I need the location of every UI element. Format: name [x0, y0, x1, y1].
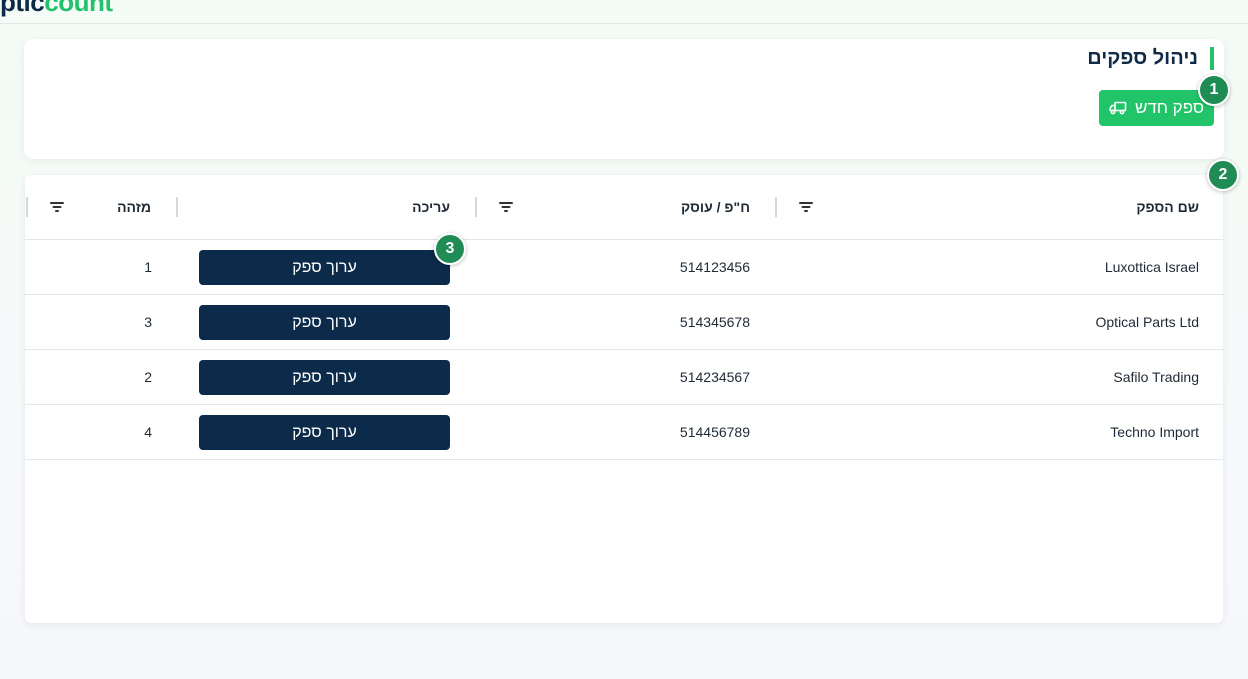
- edit-supplier-button[interactable]: ערוך ספק: [199, 250, 450, 285]
- brand-logo[interactable]: pticcount: [0, 0, 113, 18]
- table-row[interactable]: Safilo Trading 514234567 ערוך ספק 2: [25, 350, 1223, 405]
- supplier-id-cell: 2: [144, 369, 152, 385]
- edit-supplier-button[interactable]: ערוך ספק: [199, 415, 450, 450]
- supplier-name-cell: Optical Parts Ltd: [1095, 314, 1200, 330]
- column-header-edit[interactable]: עריכה: [412, 199, 450, 215]
- supplier-name-cell: Techno Import: [1110, 424, 1199, 440]
- supplier-name-cell: Luxottica Israel: [1104, 259, 1199, 275]
- top-bar: pticcount: [0, 0, 1248, 24]
- suppliers-grid: שם הספק ח"פ / עוסק עריכה מזהה Luxottica …: [25, 175, 1223, 623]
- step-badge-1: 1: [1198, 74, 1230, 106]
- supplier-id-cell: 3: [144, 314, 152, 330]
- brand-logo-part2: count: [44, 0, 113, 17]
- column-separator[interactable]: [775, 197, 777, 217]
- page-title: ניהול ספקים: [1087, 47, 1214, 70]
- supplier-vat-cell: 514456789: [679, 424, 750, 440]
- step-badge-2: 2: [1207, 159, 1239, 191]
- filter-icon[interactable]: [49, 200, 65, 214]
- new-supplier-label: ספק חדש: [1134, 98, 1205, 117]
- step-badge-3: 3: [434, 233, 466, 265]
- page-header-card: ניהול ספקים ספק חדש: [24, 39, 1224, 159]
- supplier-vat-cell: 514123456: [679, 259, 750, 275]
- table-row[interactable]: Luxottica Israel 514123456 ערוך ספק 1: [25, 240, 1223, 295]
- column-separator[interactable]: [176, 197, 178, 217]
- column-header-name[interactable]: שם הספק: [1136, 199, 1199, 215]
- table-row[interactable]: Techno Import 514456789 ערוך ספק 4: [25, 405, 1223, 460]
- edit-supplier-button[interactable]: ערוך ספק: [199, 360, 450, 395]
- new-supplier-button[interactable]: ספק חדש: [1099, 90, 1214, 126]
- column-header-id[interactable]: מזהה: [117, 199, 151, 215]
- supplier-vat-cell: 514345678: [679, 314, 750, 330]
- filter-icon[interactable]: [798, 200, 814, 214]
- supplier-id-cell: 1: [144, 259, 152, 275]
- edit-supplier-button[interactable]: ערוך ספק: [199, 305, 450, 340]
- supplier-name-cell: Safilo Trading: [1113, 369, 1199, 385]
- supplier-id-cell: 4: [144, 424, 152, 440]
- truck-icon: [1109, 101, 1127, 115]
- grid-header: שם הספק ח"פ / עוסק עריכה מזהה: [25, 175, 1223, 240]
- supplier-vat-cell: 514234567: [679, 369, 750, 385]
- column-separator[interactable]: [26, 197, 28, 217]
- table-row[interactable]: Optical Parts Ltd 514345678 ערוך ספק 3: [25, 295, 1223, 350]
- filter-icon[interactable]: [498, 200, 514, 214]
- brand-logo-part1: ptic: [0, 0, 45, 17]
- column-header-vat[interactable]: ח"פ / עוסק: [681, 199, 750, 215]
- column-separator[interactable]: [475, 197, 477, 217]
